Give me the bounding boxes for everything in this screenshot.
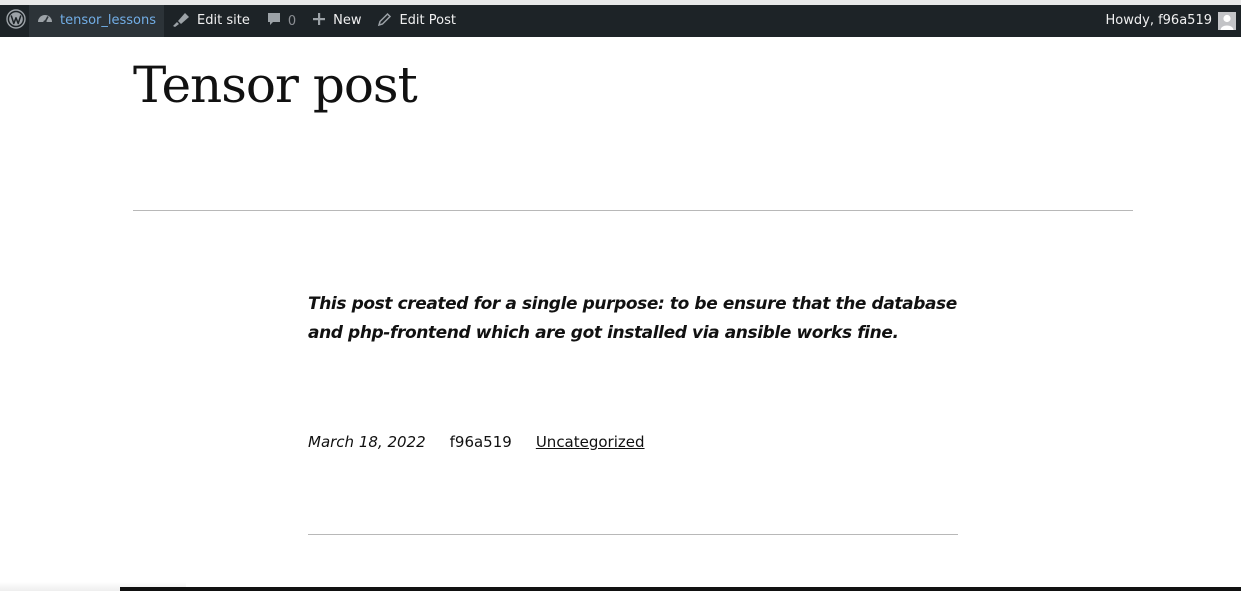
edit-post-label: Edit Post: [399, 13, 456, 28]
avatar-icon: [1218, 12, 1236, 30]
post-divider: [308, 534, 958, 535]
dashboard-icon: [37, 11, 53, 31]
plus-icon: [312, 12, 326, 30]
edit-site-label: Edit site: [197, 13, 250, 28]
wordpress-logo-icon: [6, 9, 26, 33]
post-author[interactable]: f96a519: [450, 433, 512, 451]
bottom-edge: [120, 587, 1241, 591]
admin-bar: tensor_lessons Edit site 0 New Edit Post…: [0, 5, 1241, 37]
new-label: New: [333, 13, 362, 28]
post-meta: March 18, 2022 f96a519 Uncategorized: [308, 430, 645, 454]
new-content-button[interactable]: New: [304, 5, 369, 37]
howdy-label: Howdy, f96a519: [1105, 13, 1212, 28]
header-divider: [133, 210, 1133, 211]
site-name-label: tensor_lessons: [60, 13, 157, 28]
wordpress-menu[interactable]: [0, 5, 29, 37]
site-title[interactable]: Tensor post: [133, 55, 418, 115]
post-content: This post created for a single purpose: …: [308, 294, 957, 343]
site-name-menu[interactable]: tensor_lessons: [29, 5, 165, 37]
comment-icon: [266, 11, 282, 31]
brush-icon: [172, 11, 190, 31]
edit-site-button[interactable]: Edit site: [164, 5, 258, 37]
comments-button[interactable]: 0: [258, 5, 304, 37]
post-date[interactable]: March 18, 2022: [308, 433, 426, 451]
my-account-menu[interactable]: Howdy, f96a519: [1098, 5, 1241, 37]
post-category-link[interactable]: Uncategorized: [536, 433, 645, 451]
comments-count: 0: [287, 13, 297, 29]
pencil-icon: [377, 12, 392, 31]
edit-post-button[interactable]: Edit Post: [369, 5, 464, 37]
